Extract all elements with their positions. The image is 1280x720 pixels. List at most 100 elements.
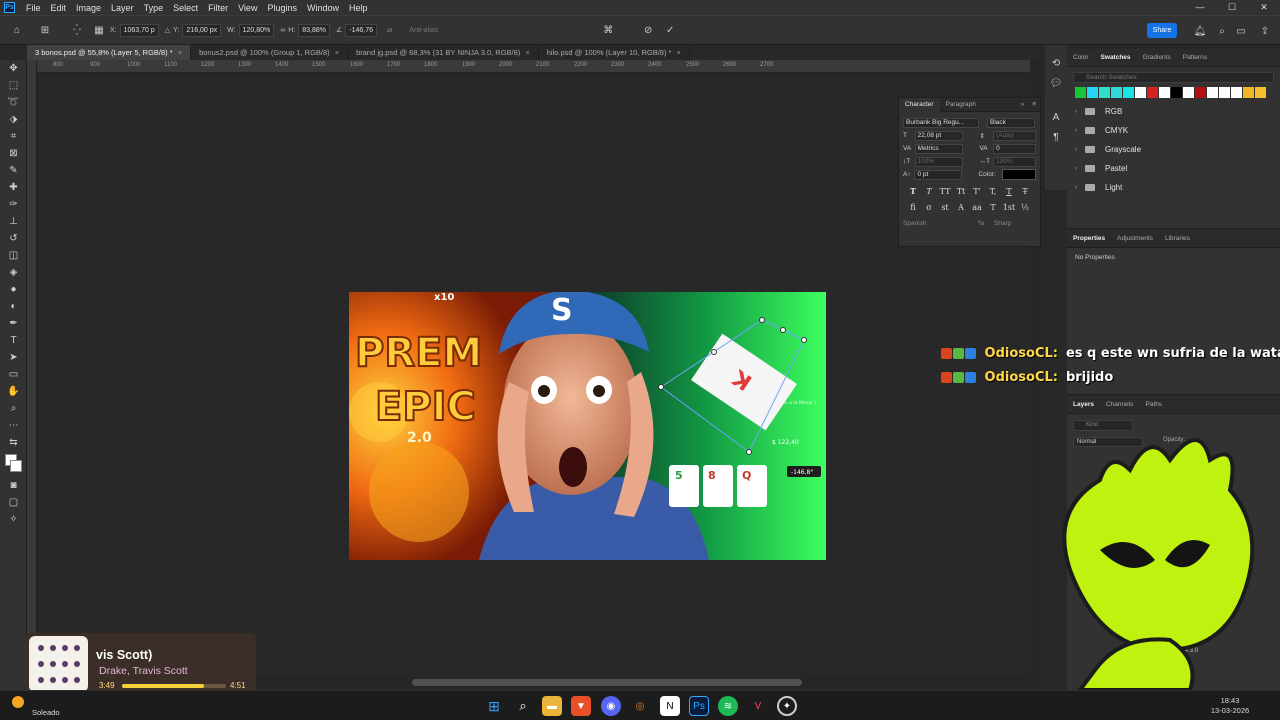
menu-edit[interactable]: Edit bbox=[46, 3, 72, 13]
color-swatch[interactable] bbox=[1135, 87, 1146, 98]
y-position-field[interactable]: 216,00 px bbox=[182, 23, 222, 37]
skew-icon[interactable]: ▱ bbox=[387, 26, 392, 34]
system-clock[interactable]: 18:43 13-03-2026 bbox=[1200, 696, 1260, 716]
type-tool-icon[interactable]: T bbox=[0, 332, 27, 349]
maximize-button[interactable]: ☐ bbox=[1216, 2, 1248, 13]
color-swatches-icon[interactable] bbox=[0, 451, 27, 477]
commit-transform-icon[interactable]: ✓ bbox=[663, 23, 677, 37]
share-doc-icon[interactable]: ⇪ bbox=[1258, 24, 1272, 38]
lasso-tool-icon[interactable]: ➰ bbox=[0, 94, 27, 111]
alt-ligature-button[interactable]: σ bbox=[921, 203, 937, 212]
close-icon[interactable]: × bbox=[178, 48, 182, 57]
eyedropper-icon[interactable]: ✎ bbox=[0, 162, 27, 179]
crop-tool-icon[interactable]: ⌗ bbox=[0, 128, 27, 145]
color-swatch[interactable] bbox=[1231, 87, 1242, 98]
color-swatch[interactable] bbox=[1075, 87, 1086, 98]
subscript-button[interactable]: T, bbox=[985, 187, 1001, 196]
home-icon[interactable]: ⌂ bbox=[10, 23, 24, 37]
tab-bonus2[interactable]: bonus2.psd @ 100% (Group 1, RGB/8) × bbox=[191, 45, 349, 60]
tracking-field[interactable]: 0 bbox=[993, 143, 1036, 154]
color-swatch[interactable] bbox=[1207, 87, 1218, 98]
hand-tool-icon[interactable]: ✋ bbox=[0, 383, 27, 400]
tab-layers[interactable]: Layers bbox=[1067, 401, 1100, 408]
collapse-icon[interactable]: » bbox=[1017, 101, 1029, 108]
color-swatch[interactable] bbox=[1147, 87, 1158, 98]
document-image[interactable]: PREM EPIC x10 2.0 S 5 8 Q Beneficio a la… bbox=[349, 292, 826, 560]
tab-3-bonos[interactable]: 3 bonos.psd @ 55,8% (Layer 5, RGB/8) * × bbox=[27, 45, 192, 60]
height-field[interactable]: 83,88% bbox=[298, 23, 330, 37]
angle-field[interactable]: -146,76 bbox=[345, 23, 378, 37]
tab-libraries[interactable]: Libraries bbox=[1159, 235, 1196, 242]
color-swatch[interactable] bbox=[1219, 87, 1230, 98]
color-swatch[interactable] bbox=[1243, 87, 1254, 98]
more-tools-icon[interactable]: ⋯ bbox=[0, 417, 27, 434]
close-icon[interactable]: × bbox=[335, 48, 339, 57]
comments-icon[interactable]: 💬︎ bbox=[1045, 73, 1067, 93]
brush-tool-icon[interactable]: ✑ bbox=[0, 196, 27, 213]
kerning-field[interactable]: Metrics bbox=[914, 143, 964, 154]
horizontal-scale-field[interactable]: 100% bbox=[993, 156, 1036, 167]
history-icon[interactable]: ⟲ bbox=[1045, 53, 1067, 73]
discretionary-button[interactable]: st bbox=[937, 203, 953, 212]
menu-plugins[interactable]: Plugins bbox=[262, 3, 302, 13]
search-swatches-input[interactable]: Search Swatches bbox=[1073, 72, 1274, 83]
history-brush-icon[interactable]: ↺ bbox=[0, 230, 27, 247]
search-icon[interactable]: ⌕ bbox=[1215, 24, 1229, 38]
marquee-tool-icon[interactable]: ⬚ bbox=[0, 77, 27, 94]
swap-colors-icon[interactable]: ⇆ bbox=[0, 434, 27, 451]
minimize-button[interactable]: — bbox=[1184, 2, 1216, 13]
paragraph-panel-icon[interactable]: ¶ bbox=[1045, 127, 1067, 147]
leading-field[interactable]: (Auto) bbox=[993, 130, 1036, 141]
tab-channels[interactable]: Channels bbox=[1100, 401, 1139, 408]
close-window-button[interactable]: ✕ bbox=[1248, 2, 1280, 13]
tab-swatches[interactable]: Swatches bbox=[1095, 54, 1137, 61]
color-swatch[interactable] bbox=[1087, 87, 1098, 98]
all-caps-button[interactable]: TT bbox=[937, 187, 953, 196]
blender-icon[interactable]: ◎ bbox=[630, 696, 650, 716]
frame-tool-icon[interactable]: ⊠ bbox=[0, 145, 27, 162]
tab-brand-jg[interactable]: brand jg.psd @ 68,3% (31 BY NINJA 3.0, R… bbox=[348, 45, 539, 60]
reference-point-icon[interactable]: ⁛ bbox=[70, 23, 84, 37]
ordinals-button[interactable]: 1st bbox=[1001, 203, 1017, 212]
close-icon[interactable]: × bbox=[525, 48, 529, 57]
swatch-folder-cmyk[interactable]: › CMYK bbox=[1067, 121, 1280, 140]
font-style-select[interactable]: Black bbox=[987, 117, 1035, 128]
superscript-button[interactable]: T' bbox=[969, 187, 985, 196]
blur-tool-icon[interactable]: ● bbox=[0, 281, 27, 298]
color-swatch[interactable] bbox=[1195, 87, 1206, 98]
stylistic-button[interactable]: aa bbox=[969, 203, 985, 212]
notion-icon[interactable]: N bbox=[660, 696, 680, 716]
rectangle-tool-icon[interactable]: ▭ bbox=[0, 366, 27, 383]
share-button[interactable]: Share bbox=[1147, 23, 1177, 38]
color-swatch[interactable] bbox=[1123, 87, 1134, 98]
paint-bucket-icon[interactable]: ◈ bbox=[0, 264, 27, 281]
link-icon[interactable]: ∞ bbox=[280, 27, 285, 34]
search-icon[interactable]: ⌕ bbox=[513, 696, 533, 716]
spotify-icon[interactable]: ≋ bbox=[718, 696, 738, 716]
faux-italic-button[interactable]: T bbox=[921, 187, 937, 196]
quick-mask-icon[interactable]: ◙ bbox=[0, 477, 27, 494]
menu-select[interactable]: Select bbox=[168, 3, 203, 13]
antialias-select[interactable]: Sharp bbox=[994, 220, 1011, 227]
cancel-transform-icon[interactable]: ⊘ bbox=[641, 23, 655, 37]
object-selection-icon[interactable]: ⬗ bbox=[0, 111, 27, 128]
tab-paragraph[interactable]: Paragraph bbox=[940, 101, 982, 108]
menu-window[interactable]: Window bbox=[302, 3, 344, 13]
tab-paths[interactable]: Paths bbox=[1139, 401, 1168, 408]
x-position-field[interactable]: 1063,70 p bbox=[119, 23, 159, 37]
small-caps-button[interactable]: Tt bbox=[953, 187, 969, 196]
baseline-field[interactable]: 0 pt bbox=[914, 169, 963, 180]
font-size-field[interactable]: 22,08 pt bbox=[914, 130, 964, 141]
menu-help[interactable]: Help bbox=[344, 3, 373, 13]
photoshop-logo[interactable]: Ps bbox=[4, 2, 15, 13]
panel-menu-icon[interactable]: ≡ bbox=[1028, 101, 1040, 108]
notifications-icon[interactable]: 🔔︎ bbox=[1193, 24, 1207, 38]
interpolation-select[interactable]: Anti-alias bbox=[409, 27, 438, 34]
swatch-folder-light[interactable]: › Light bbox=[1067, 178, 1280, 197]
faux-bold-button[interactable]: T bbox=[905, 186, 921, 196]
titling-button[interactable]: T bbox=[985, 203, 1001, 212]
zoom-tool-icon[interactable]: ⌕ bbox=[0, 400, 27, 417]
text-color-swatch[interactable] bbox=[1001, 169, 1036, 180]
width-field[interactable]: 120,80% bbox=[238, 23, 275, 37]
fractions-button[interactable]: ½ bbox=[1017, 203, 1033, 212]
